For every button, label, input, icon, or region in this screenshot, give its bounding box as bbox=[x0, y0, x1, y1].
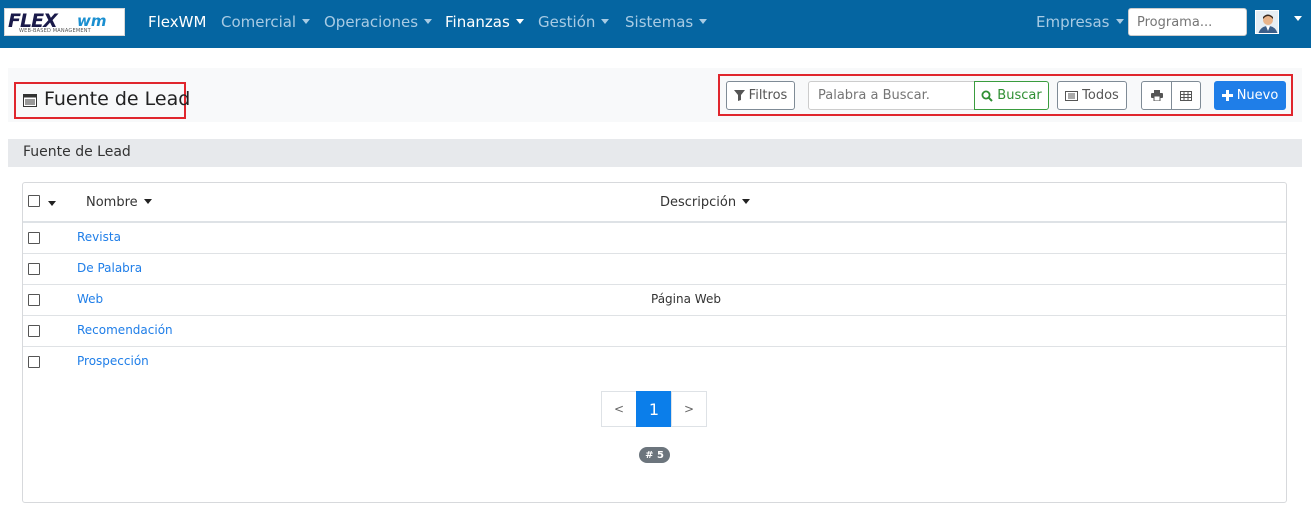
chevron-down-icon bbox=[601, 18, 610, 24]
row-checkbox[interactable] bbox=[28, 263, 40, 275]
nav-empresas[interactable]: Empresas bbox=[1036, 13, 1124, 31]
chevron-down-icon bbox=[515, 18, 524, 24]
row-name-link[interactable]: De Palabra bbox=[77, 261, 142, 275]
row-checkbox[interactable] bbox=[28, 294, 40, 306]
show-all-button[interactable]: Todos bbox=[1057, 81, 1127, 110]
nav-sistemas-label: Sistemas bbox=[625, 13, 694, 31]
table-row[interactable]: Recomendación bbox=[23, 316, 1286, 347]
sort-caret-icon bbox=[143, 198, 152, 204]
filters-button[interactable]: Filtros bbox=[726, 81, 795, 110]
row-checkbox[interactable] bbox=[28, 325, 40, 337]
select-all-checkbox[interactable] bbox=[28, 195, 40, 207]
logo-subtitle: WEB-BASED MANAGEMENT bbox=[19, 28, 91, 34]
table-row[interactable]: Web Página Web bbox=[23, 285, 1286, 316]
sort-caret-icon bbox=[742, 198, 751, 204]
prev-page-button[interactable]: < bbox=[601, 391, 637, 427]
row-name-link[interactable]: Web bbox=[77, 292, 103, 306]
list-icon bbox=[1065, 90, 1079, 101]
column-header-descripcion-label: Descripción bbox=[660, 195, 737, 210]
chevron-down-icon bbox=[424, 18, 433, 24]
data-grid: Nombre Descripción Revista De Palabra We… bbox=[22, 182, 1287, 503]
chevron-down-icon bbox=[302, 18, 311, 24]
section-header: Fuente de Lead bbox=[8, 139, 1302, 167]
plus-icon bbox=[1221, 90, 1233, 101]
show-all-label: Todos bbox=[1082, 88, 1119, 103]
row-name-link[interactable]: Prospección bbox=[77, 354, 149, 368]
table-row[interactable]: Prospección bbox=[23, 347, 1286, 378]
export-table-button[interactable] bbox=[1171, 81, 1201, 110]
nav-sistemas[interactable]: Sistemas bbox=[625, 13, 708, 31]
table-row[interactable]: De Palabra bbox=[23, 254, 1286, 285]
new-button[interactable]: Nuevo bbox=[1214, 81, 1286, 110]
nav-finanzas[interactable]: Finanzas bbox=[445, 13, 524, 31]
row-name-link[interactable]: Recomendación bbox=[77, 323, 173, 337]
search-button[interactable]: Buscar bbox=[974, 81, 1049, 110]
nav-operaciones[interactable]: Operaciones bbox=[324, 13, 433, 31]
nav-gestion[interactable]: Gestión bbox=[538, 13, 610, 31]
search-icon bbox=[981, 90, 994, 102]
user-menu-chevron-icon[interactable] bbox=[1294, 16, 1302, 21]
nav-finanzas-label: Finanzas bbox=[445, 13, 510, 31]
row-description: Página Web bbox=[651, 292, 721, 306]
table-icon bbox=[1180, 90, 1192, 101]
nav-gestion-label: Gestión bbox=[538, 13, 596, 31]
column-header-descripcion[interactable]: Descripción bbox=[660, 195, 751, 210]
row-name-link[interactable]: Revista bbox=[77, 230, 121, 244]
new-label: Nuevo bbox=[1236, 88, 1279, 103]
nav-empresas-label: Empresas bbox=[1036, 13, 1110, 31]
page-title: Fuente de Lead bbox=[44, 88, 191, 110]
filter-icon bbox=[733, 90, 745, 101]
page-1-button[interactable]: 1 bbox=[636, 391, 672, 427]
print-button[interactable] bbox=[1141, 81, 1172, 110]
nav-home[interactable]: FlexWM bbox=[148, 13, 206, 31]
column-header-nombre-label: Nombre bbox=[86, 195, 138, 210]
column-header-nombre[interactable]: Nombre bbox=[86, 195, 152, 210]
table-list-icon bbox=[23, 94, 37, 107]
flexwm-logo[interactable]: FLEX wm WEB-BASED MANAGEMENT bbox=[4, 8, 125, 36]
nav-comercial-label: Comercial bbox=[221, 13, 297, 31]
nav-operaciones-label: Operaciones bbox=[324, 13, 419, 31]
filters-label: Filtros bbox=[748, 88, 788, 103]
search-input[interactable] bbox=[808, 81, 975, 110]
record-count-badge: # 5 bbox=[639, 447, 670, 463]
search-label: Buscar bbox=[997, 88, 1042, 103]
row-checkbox[interactable] bbox=[28, 356, 40, 368]
grid-header: Nombre Descripción bbox=[23, 183, 1286, 223]
chevron-down-icon bbox=[699, 18, 708, 24]
pagination: < 1 > bbox=[601, 391, 707, 427]
user-icon bbox=[1256, 11, 1278, 33]
select-menu-chevron-icon[interactable] bbox=[48, 201, 56, 206]
table-row[interactable]: Revista bbox=[23, 223, 1286, 254]
nav-comercial[interactable]: Comercial bbox=[221, 13, 311, 31]
top-navbar: FLEX wm WEB-BASED MANAGEMENT FlexWM Come… bbox=[0, 0, 1311, 48]
print-icon bbox=[1150, 90, 1163, 101]
user-avatar[interactable] bbox=[1255, 10, 1279, 34]
row-checkbox[interactable] bbox=[28, 232, 40, 244]
program-search-input[interactable] bbox=[1128, 8, 1247, 36]
next-page-button[interactable]: > bbox=[671, 391, 707, 427]
chevron-down-icon bbox=[1115, 18, 1124, 24]
